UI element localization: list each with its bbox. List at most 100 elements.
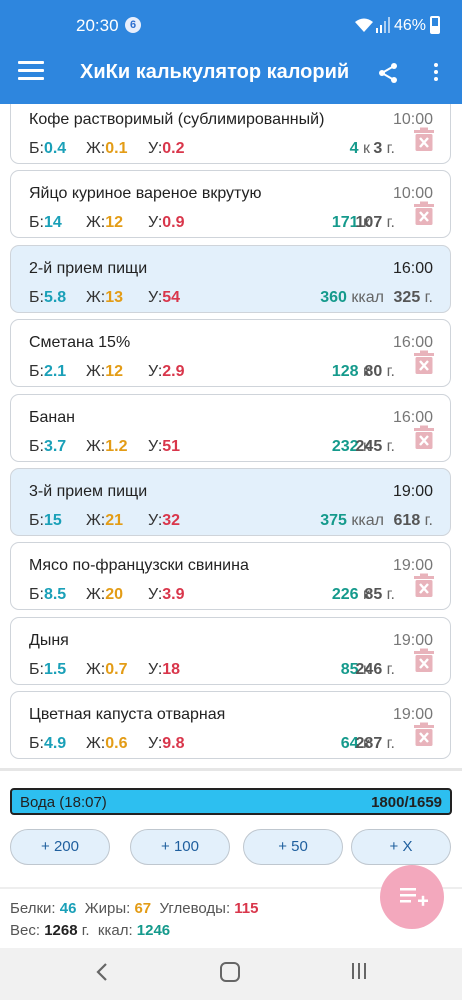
weight-value: 3 г. <box>373 140 395 157</box>
item-name: Кофе растворимый (сублимированный) <box>29 111 325 128</box>
delete-icon[interactable] <box>414 201 434 226</box>
fat-value: Ж:21 <box>86 512 124 529</box>
add-water-custom-button[interactable]: + X <box>351 829 451 865</box>
battery-percent: 46% <box>394 17 427 34</box>
add-water-50-button[interactable]: + 50 <box>243 829 343 865</box>
total-fat: 67 <box>134 900 152 917</box>
weight-value: 85 г. <box>364 586 395 604</box>
system-nav-bar <box>0 948 462 1000</box>
fat-value: Ж:12 <box>86 363 124 381</box>
protein-value: Б:15 <box>29 512 62 529</box>
carbs-value: У:9.8 <box>148 735 185 753</box>
fat-value: Ж:0.6 <box>86 735 128 753</box>
food-row[interactable]: Сметана 15% 16:00 Б:2.1 Ж:12 У:2.9 128 к 80 г. <box>10 319 451 388</box>
total-protein: 46 <box>59 900 77 917</box>
delete-icon[interactable] <box>414 350 434 375</box>
protein-value: Б:5.8 <box>29 288 67 306</box>
carbs-value: У:2.9 <box>148 363 185 381</box>
food-row[interactable]: Мясо по-французски свинина 19:00 Б:8.5 Ж:20… <box>10 542 451 611</box>
app-bar: ХиКи калькулятор калорий <box>0 42 462 104</box>
app-title: ХиКи калькулятор калорий <box>80 61 350 83</box>
fat-value: Ж:0.1 <box>86 140 128 157</box>
kcal-value: 360 ккал <box>320 288 384 306</box>
item-name: Банан <box>29 408 75 426</box>
kcal-value: 4 к <box>349 140 370 157</box>
item-time[interactable]: 19:00 <box>393 483 433 501</box>
totals-macros: Белки: 46 Жиры: 67 Углеводы: 115 <box>10 900 259 917</box>
weight-value: 287 г. <box>355 735 395 753</box>
weight-value: 618 г. <box>393 512 433 529</box>
wifi-icon <box>355 18 373 32</box>
protein-value: Б:0.4 <box>29 140 67 157</box>
protein-value: Б:8.5 <box>29 586 67 604</box>
food-row[interactable]: Дыня 19:00 Б:1.5 Ж:0.7 У:18 85 к 246 г. <box>10 616 451 685</box>
delete-icon[interactable] <box>414 425 434 449</box>
item-name: Цветная капуста отварная <box>29 706 226 724</box>
weight-value: 325 г. <box>393 288 433 306</box>
protein-value: Б:2.1 <box>29 363 67 381</box>
signal-icon <box>376 17 390 33</box>
kcal-value: 375 ккал <box>320 512 384 529</box>
food-list[interactable]: Кофе растворимый (сублимированный) 10:00 Б… <box>0 104 462 768</box>
add-water-200-button[interactable]: + 200 <box>10 829 110 865</box>
item-name: Дыня <box>29 631 69 649</box>
meal-header-row[interactable]: 2-й прием пищи 16:00 Б:5.8 Ж:13 У:54 360 ккал… <box>10 244 451 313</box>
carbs-value: У:51 <box>148 437 181 455</box>
carbs-value: У:0.2 <box>148 140 185 157</box>
carbs-value: У:0.9 <box>148 214 185 232</box>
fat-value: Ж:1.2 <box>86 437 128 455</box>
weight-value: 80 г. <box>364 363 395 381</box>
item-time[interactable]: 16:00 <box>393 260 433 278</box>
status-time: 20:30 <box>76 16 119 35</box>
item-name: 2-й прием пищи <box>29 259 148 277</box>
meal-header-row[interactable]: 3-й прием пищи 19:00 Б:15 Ж:21 У:32 375 ккал 6… <box>10 468 451 536</box>
food-row[interactable]: Кофе растворимый (сублимированный) 10:00 Б… <box>10 104 451 164</box>
add-water-100-button[interactable]: + 100 <box>130 829 230 865</box>
battery-icon <box>430 16 440 34</box>
delete-icon[interactable] <box>414 127 434 151</box>
delete-icon[interactable] <box>414 573 434 598</box>
weight-value: 107 г. <box>355 214 395 232</box>
water-label: Вода (18:07) <box>20 794 107 811</box>
add-item-fab[interactable] <box>380 865 444 929</box>
share-icon[interactable] <box>376 61 400 85</box>
fat-value: Ж:13 <box>86 288 124 306</box>
water-bar[interactable]: Вода (18:07) 1800/1659 <box>10 788 452 815</box>
food-row[interactable]: Яйцо куриное вареное вкрутую 10:00 Б:14 Ж:1… <box>10 170 451 239</box>
fat-value: Ж:20 <box>86 586 124 604</box>
delete-icon[interactable] <box>414 722 434 747</box>
protein-value: Б:4.9 <box>29 735 67 753</box>
more-vert-icon[interactable] <box>426 60 446 86</box>
total-kcal: 1246 <box>136 922 171 939</box>
water-value: 1800/1659 <box>371 794 442 811</box>
home-icon[interactable] <box>220 962 240 982</box>
delete-icon[interactable] <box>414 648 434 672</box>
protein-value: Б:1.5 <box>29 660 67 678</box>
weight-value: 246 г. <box>355 660 395 678</box>
protein-value: Б:3.7 <box>29 437 67 455</box>
recent-apps-icon[interactable] <box>352 963 370 984</box>
back-icon[interactable] <box>92 960 112 984</box>
item-name: Яйцо куриное вареное вкрутую <box>29 185 262 203</box>
carbs-value: У:3.9 <box>148 586 185 604</box>
notification-badge: 6 <box>125 17 141 33</box>
fat-value: Ж:12 <box>86 214 124 232</box>
carbs-value: У:54 <box>148 288 181 306</box>
carbs-value: У:32 <box>148 512 181 529</box>
hamburger-menu-icon[interactable] <box>18 61 44 85</box>
item-name: Мясо по-французски свинина <box>29 557 249 575</box>
divider <box>0 768 462 771</box>
food-row[interactable]: Цветная капуста отварная 19:00 Б:4.9 Ж:0.6 У… <box>10 691 451 760</box>
weight-value: 245 г. <box>355 437 395 455</box>
protein-value: Б:14 <box>29 214 62 232</box>
playlist-add-icon <box>400 888 428 906</box>
carbs-value: У:18 <box>148 660 181 678</box>
fat-value: Ж:0.7 <box>86 660 128 678</box>
total-weight: 1268 <box>44 922 78 939</box>
item-name: Сметана 15% <box>29 334 131 352</box>
status-bar: 20:30 6 46% <box>0 0 462 42</box>
item-name: 3-й прием пищи <box>29 483 148 500</box>
total-carbs: 115 <box>234 900 259 917</box>
totals-weight-kcal: Вес: 1268 г. ккал: 1246 <box>10 922 171 939</box>
food-row[interactable]: Банан 16:00 Б:3.7 Ж:1.2 У:51 232 к 245 г. <box>10 393 451 462</box>
